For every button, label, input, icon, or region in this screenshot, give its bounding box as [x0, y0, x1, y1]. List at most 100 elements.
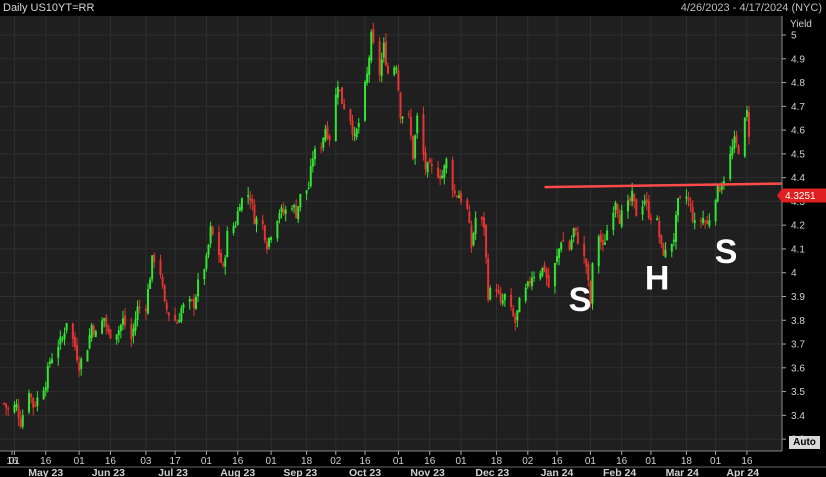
candle-body — [428, 159, 431, 163]
candle-body — [326, 126, 329, 139]
candle-body — [368, 57, 371, 75]
candle-body — [570, 239, 573, 250]
candle-body — [151, 255, 154, 280]
x-tick-label: 01 — [710, 456, 722, 467]
candle-body — [466, 199, 469, 210]
candle-body — [255, 218, 258, 225]
month-label: Jan 24 — [541, 467, 574, 477]
y-tick-label: 3.6 — [791, 363, 805, 374]
candle-body — [689, 203, 692, 206]
candle-body — [320, 147, 323, 149]
candle-body — [121, 318, 124, 325]
candle-body — [73, 336, 76, 347]
x-tick-label: 18 — [491, 456, 503, 467]
x-tick-label: 17 — [170, 456, 182, 467]
candle-body — [197, 279, 200, 297]
candle-body — [499, 293, 502, 302]
candle-body — [61, 338, 64, 340]
candle-body — [635, 199, 638, 217]
candle-body — [3, 403, 5, 405]
y-axis: Yield 3.33.43.53.63.73.83.944.14.24.34.4… — [781, 16, 812, 451]
candle-body — [194, 296, 197, 309]
x-tick-label: 16 — [40, 456, 52, 467]
candle-body — [334, 94, 337, 141]
candle-body — [217, 232, 220, 256]
pattern-label: S — [569, 281, 592, 319]
candle-body — [42, 390, 45, 400]
candle-body — [693, 220, 696, 223]
candle-body — [426, 162, 429, 173]
candle-body — [364, 81, 367, 121]
x-tick-label: 01 — [74, 456, 86, 467]
candle-body — [685, 196, 688, 199]
candle-body — [117, 330, 120, 336]
candle-body — [487, 258, 490, 300]
candle-body — [516, 310, 519, 321]
candle-body — [455, 195, 458, 197]
candle-body — [574, 227, 577, 231]
candle-body — [149, 279, 152, 289]
candle-body — [562, 240, 565, 242]
candle-body — [353, 134, 356, 136]
y-tick-label: 3.8 — [791, 316, 805, 327]
candle-body — [299, 193, 302, 208]
candle-body — [268, 237, 271, 247]
y-tick-label: 4.8 — [791, 78, 805, 89]
candle-body — [21, 415, 24, 427]
candle-body — [587, 264, 590, 281]
candle-body — [576, 232, 579, 244]
candle-body — [211, 226, 214, 235]
candle-body — [457, 195, 460, 199]
candle-body — [393, 67, 396, 75]
candle-body — [601, 239, 604, 245]
candle-body — [309, 166, 312, 187]
y-tick-label: 4 — [791, 268, 797, 279]
candle-body — [687, 198, 690, 202]
auto-scale-button[interactable]: Auto — [789, 436, 820, 449]
candle-body — [384, 41, 387, 66]
candle-body — [722, 181, 725, 184]
candle-body — [222, 263, 225, 266]
month-label: May 23 — [28, 467, 63, 477]
candle-body — [591, 263, 594, 304]
candle-body — [132, 328, 135, 337]
candle-body — [620, 210, 623, 227]
pattern-label: H — [645, 259, 670, 297]
candle-body — [606, 230, 609, 241]
candle-body — [512, 308, 515, 316]
month-label: Dec 23 — [475, 467, 509, 477]
candle-body — [670, 243, 673, 252]
x-tick-label: 16 — [616, 456, 628, 467]
candle-body — [543, 264, 546, 271]
candle-body — [265, 241, 268, 250]
x-tick-label: 03 — [140, 456, 152, 467]
candle-body — [50, 359, 53, 363]
candle-body — [322, 137, 325, 148]
candle-body — [276, 220, 279, 239]
candle-body — [547, 274, 550, 288]
x-tick-label: 16 — [551, 456, 563, 467]
x-tick-label: 01 — [645, 456, 657, 467]
candle-body — [528, 280, 531, 284]
candle-body — [556, 256, 559, 262]
candle-body — [92, 325, 95, 335]
candlestick-chart: SHS Yield 3.33.43.53.63.73.83.944.14.24.… — [0, 16, 826, 477]
month-label: Aug 23 — [220, 467, 255, 477]
candle-body — [518, 297, 521, 313]
candle-body — [616, 204, 619, 214]
candle-body — [660, 235, 663, 245]
candle-body — [282, 208, 285, 214]
candle-body — [445, 158, 448, 169]
candle-body — [46, 365, 49, 389]
candle-body — [144, 308, 147, 312]
candle-body — [583, 243, 586, 257]
candle-body — [163, 285, 166, 302]
candle-body — [343, 103, 346, 109]
candle-body — [192, 298, 195, 308]
x-tick-label: 18 — [301, 456, 313, 467]
candle-body — [174, 314, 177, 321]
candle-body — [295, 205, 298, 219]
candle-body — [307, 187, 310, 190]
candle-body — [553, 263, 556, 287]
candle-body — [718, 186, 721, 192]
